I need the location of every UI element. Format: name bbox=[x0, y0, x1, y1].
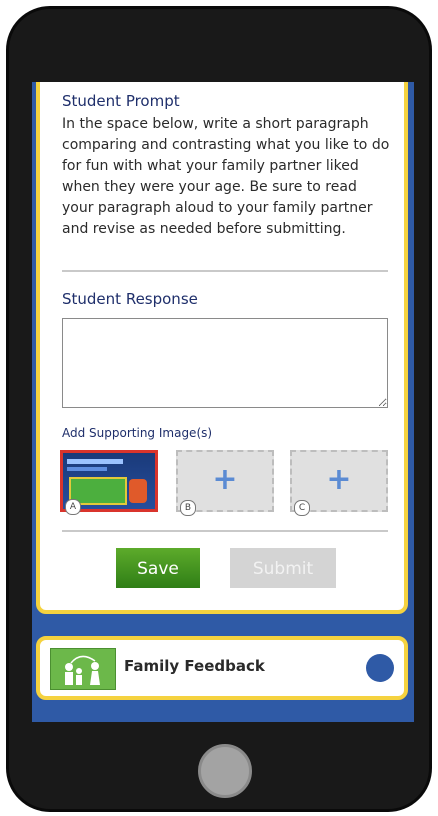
thumbnail-robot bbox=[129, 479, 147, 503]
student-response-input[interactable] bbox=[62, 318, 388, 408]
student-prompt-heading: Student Prompt bbox=[62, 92, 180, 110]
thumbnail-subbanner bbox=[67, 467, 107, 471]
divider bbox=[62, 530, 388, 532]
slot-letter-a: A bbox=[65, 499, 81, 515]
thumbnail-banner bbox=[67, 459, 123, 464]
family-icon bbox=[50, 648, 116, 690]
student-prompt-text: In the space below, write a short paragr… bbox=[62, 116, 390, 237]
divider bbox=[62, 270, 388, 272]
family-feedback-card[interactable]: Family Feedback bbox=[36, 636, 408, 700]
activity-card: Student Prompt In the space below, write… bbox=[36, 82, 408, 614]
supporting-images-label: Add Supporting Image(s) bbox=[62, 426, 213, 440]
submit-button[interactable]: Submit bbox=[230, 548, 336, 588]
add-image-icon: + bbox=[326, 462, 352, 497]
image-slot-a[interactable]: A bbox=[60, 450, 158, 515]
image-slot-b[interactable]: + B bbox=[176, 450, 274, 516]
image-slot-c[interactable]: + C bbox=[290, 450, 388, 516]
app-screen: Student Prompt In the space below, write… bbox=[32, 82, 414, 722]
feedback-status-dot bbox=[366, 654, 394, 682]
home-button[interactable] bbox=[198, 744, 252, 798]
save-button[interactable]: Save bbox=[116, 548, 200, 588]
family-glyph bbox=[65, 655, 100, 685]
slot-letter-c: C bbox=[294, 500, 310, 516]
student-response-heading: Student Response bbox=[62, 290, 198, 308]
slot-letter-b: B bbox=[180, 500, 196, 516]
add-image-icon: + bbox=[212, 462, 238, 497]
family-feedback-label: Family Feedback bbox=[124, 657, 265, 675]
